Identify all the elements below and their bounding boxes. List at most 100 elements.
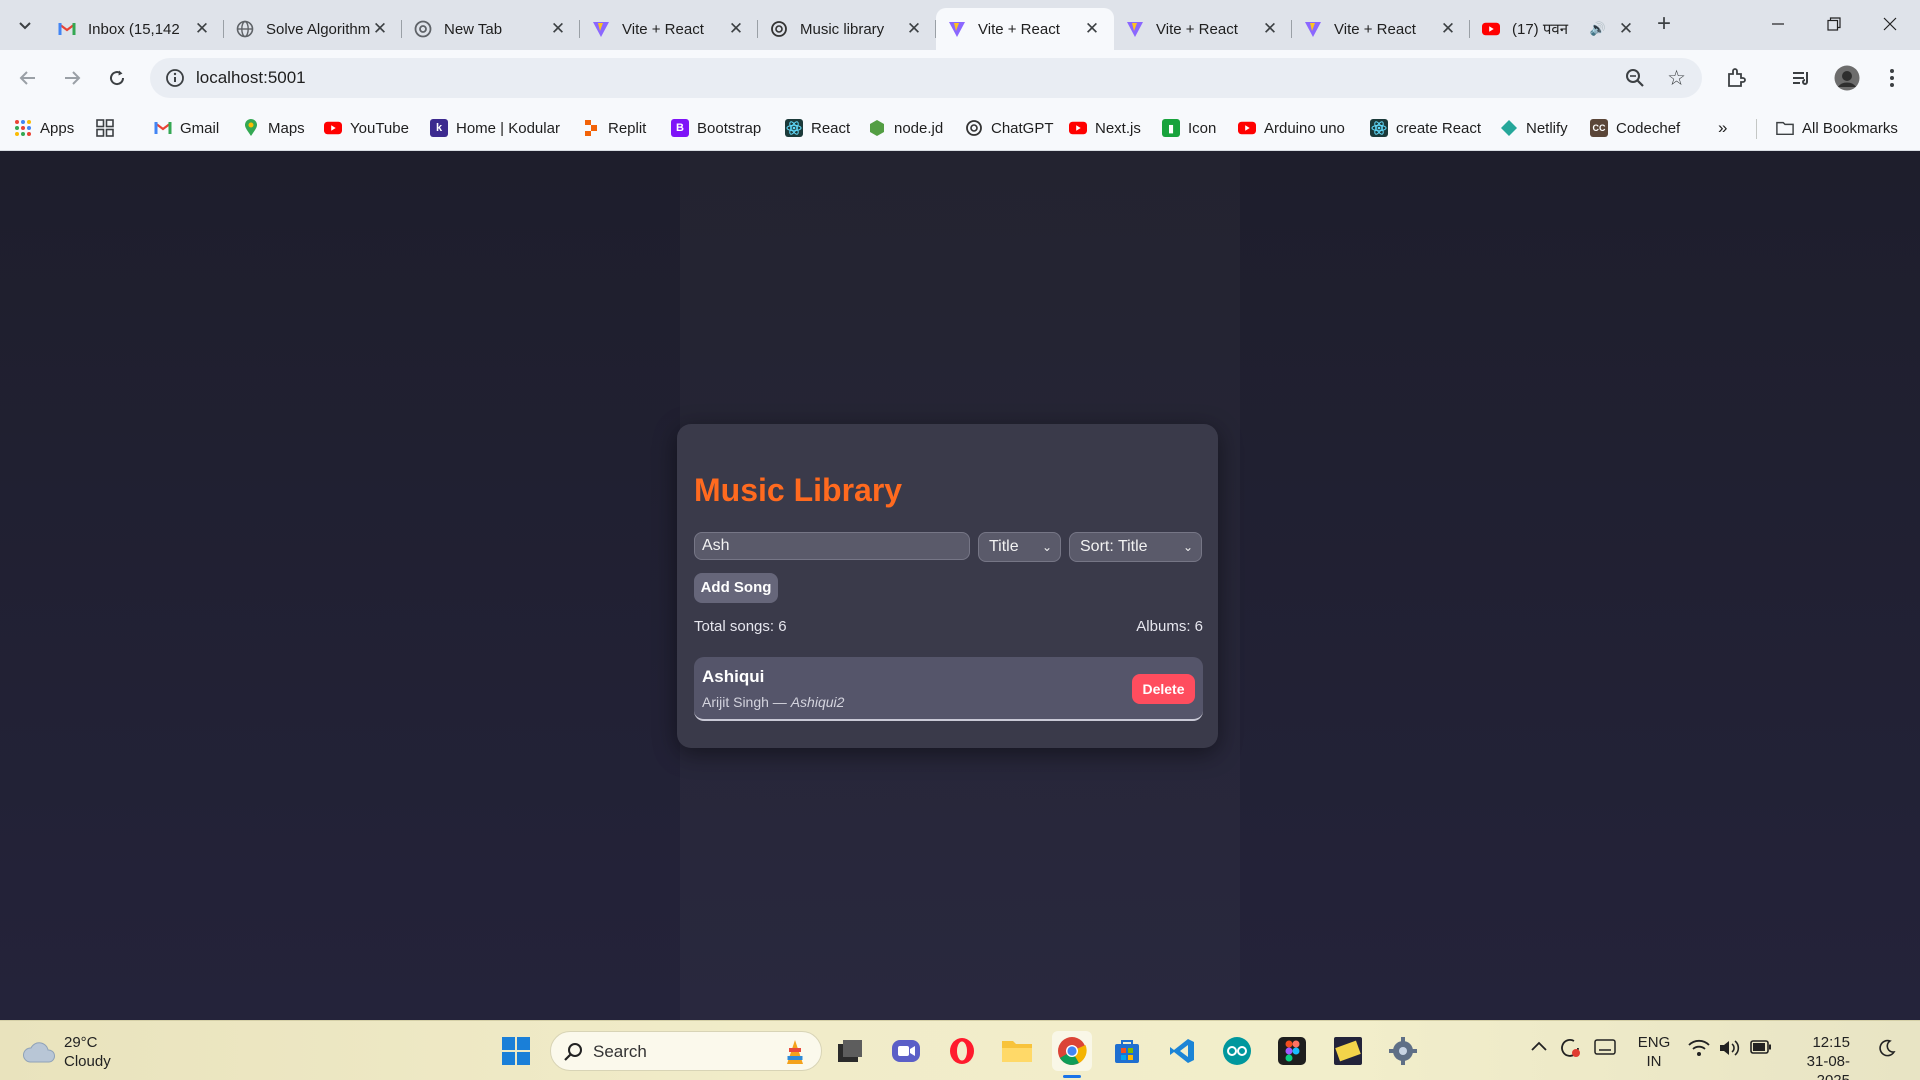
close-icon[interactable]: ✕ [1082, 19, 1102, 39]
close-icon[interactable]: ✕ [370, 19, 390, 39]
bookmark-label: Home | Kodular [456, 119, 560, 137]
close-icon[interactable]: ✕ [1616, 19, 1636, 39]
reload-button[interactable] [101, 62, 133, 94]
tab-search-button[interactable] [12, 12, 38, 38]
search-input[interactable]: Ash [694, 532, 970, 560]
bookmark-bootstrap[interactable]: B Bootstrap [671, 115, 761, 141]
folder-icon [1776, 119, 1794, 137]
tab-vite-react-4[interactable]: Vite + React ✕ [1292, 8, 1470, 50]
bookmark-tab-groups[interactable] [96, 115, 122, 141]
close-icon[interactable]: ✕ [1260, 19, 1280, 39]
all-bookmarks-button[interactable]: All Bookmarks [1776, 115, 1898, 141]
avatar[interactable] [1833, 64, 1861, 92]
bookmark-icon-site[interactable]: ▮ Icon [1162, 115, 1216, 141]
close-window-button[interactable] [1862, 0, 1918, 48]
site-info-icon[interactable] [164, 67, 186, 89]
figma-app[interactable] [1272, 1031, 1312, 1071]
back-button[interactable] [12, 62, 44, 94]
bookmark-label: node.jd [894, 119, 944, 137]
language-indicator[interactable]: ENG IN [1636, 1033, 1672, 1071]
menu-kebab-icon[interactable] [1878, 64, 1906, 92]
close-icon[interactable]: ✕ [904, 19, 924, 39]
chevron-up-icon [1531, 1041, 1547, 1051]
address-bar[interactable]: localhost:5001 ☆ [150, 58, 1702, 98]
forward-button[interactable] [56, 62, 88, 94]
vscode-app[interactable] [1162, 1031, 1202, 1071]
albums-count: Albums: 6 [1136, 618, 1203, 635]
bookmark-label: Gmail [180, 119, 220, 137]
bootstrap-icon: B [671, 119, 689, 137]
speaker-icon[interactable]: 🔊 [1590, 21, 1606, 37]
microsoft-store-app[interactable] [1107, 1031, 1147, 1071]
bookmark-nextjs[interactable]: Next.js [1069, 115, 1141, 141]
search-highlight-icon [787, 1040, 803, 1064]
tab-music-library[interactable]: Music library ✕ [758, 8, 936, 50]
vite-icon [592, 20, 610, 38]
tab-vite-react-3[interactable]: Vite + React ✕ [1114, 8, 1292, 50]
keyboard-icon[interactable] [1594, 1039, 1616, 1060]
system-clock[interactable]: 12:15 31-08-2025 [1786, 1033, 1850, 1080]
volume-icon[interactable] [1718, 1038, 1740, 1063]
close-icon[interactable]: ✕ [548, 19, 568, 39]
minimize-button[interactable] [1750, 0, 1806, 48]
close-icon[interactable]: ✕ [192, 19, 212, 39]
bookmark-apps[interactable]: Apps [14, 115, 74, 141]
dev-tool-app[interactable] [1328, 1031, 1368, 1071]
add-song-button[interactable]: Add Song [694, 573, 778, 603]
tab-new-tab[interactable]: New Tab ✕ [402, 8, 580, 50]
chrome-app[interactable] [1052, 1031, 1092, 1071]
tab-inbox[interactable]: Inbox (15,142 ✕ [46, 8, 224, 50]
zoom-icon[interactable] [1624, 67, 1646, 94]
restore-button[interactable] [1806, 0, 1862, 48]
opera-app[interactable] [942, 1031, 982, 1071]
bookmark-chatgpt[interactable]: ChatGPT [965, 115, 1054, 141]
url-text[interactable]: localhost:5001 [196, 68, 306, 88]
start-button[interactable] [496, 1031, 536, 1071]
file-explorer-app[interactable] [997, 1031, 1037, 1071]
bookmark-kodular[interactable]: k Home | Kodular [430, 115, 560, 141]
chrome-icon [414, 20, 432, 38]
filter-select[interactable]: Title ⌄ [978, 532, 1061, 562]
battery-icon[interactable] [1750, 1040, 1772, 1059]
delete-button[interactable]: Delete [1132, 674, 1195, 704]
bookmark-arduino[interactable]: Arduino uno [1238, 115, 1345, 141]
sync-icon[interactable] [1558, 1037, 1582, 1064]
tab-solve-algorithm[interactable]: Solve Algorithm ✕ [224, 8, 402, 50]
tab-vite-react-1[interactable]: Vite + React ✕ [580, 8, 758, 50]
globe-icon [236, 20, 254, 38]
sort-select[interactable]: Sort: Title ⌄ [1069, 532, 1202, 562]
close-icon[interactable]: ✕ [1438, 19, 1458, 39]
bookmark-replit[interactable]: Replit [582, 115, 646, 141]
bookmark-youtube[interactable]: YouTube [324, 115, 409, 141]
tab-vite-react-active[interactable]: Vite + React ✕ [936, 8, 1114, 50]
arduino-app[interactable] [1217, 1031, 1257, 1071]
bookmark-netlify[interactable]: Netlify [1500, 115, 1568, 141]
bookmark-codechef[interactable]: CC Codechef [1590, 115, 1680, 141]
page-viewport: Music Library Ash Title ⌄ Sort: Title ⌄ … [0, 151, 1920, 1020]
task-view-button[interactable] [830, 1031, 870, 1071]
notification-moon-icon[interactable] [1878, 1039, 1896, 1062]
extensions-icon[interactable] [1722, 64, 1750, 92]
bookmark-nodejs[interactable]: node.jd [868, 115, 943, 141]
bookmark-maps[interactable]: Maps [242, 115, 305, 141]
more-bookmarks-button[interactable]: » [1718, 115, 1727, 141]
media-control-icon[interactable] [1787, 64, 1815, 92]
weather-widget[interactable]: 29°C Cloudy [22, 1033, 111, 1071]
taskbar-search[interactable]: Search [550, 1031, 822, 1071]
weather-condition: Cloudy [64, 1053, 111, 1070]
teams-meet-app[interactable] [886, 1031, 926, 1071]
show-hidden-icons-button[interactable] [1530, 1039, 1548, 1057]
wifi-icon[interactable] [1688, 1039, 1710, 1062]
settings-app[interactable] [1383, 1031, 1423, 1071]
bookmark-create-react[interactable]: create React [1370, 115, 1481, 141]
bookmark-gmail[interactable]: Gmail [154, 115, 219, 141]
kodular-icon: k [430, 119, 448, 137]
bookmark-react[interactable]: React [785, 115, 850, 141]
arrow-right-icon [65, 71, 81, 85]
bookmark-star-icon[interactable]: ☆ [1667, 66, 1686, 91]
tab-youtube[interactable]: (17) पवन 🔊 ✕ [1470, 8, 1648, 50]
new-tab-button[interactable]: + [1650, 10, 1678, 38]
weather-temp: 29°C [64, 1034, 98, 1051]
codechef-icon: CC [1590, 119, 1608, 137]
close-icon[interactable]: ✕ [726, 19, 746, 39]
